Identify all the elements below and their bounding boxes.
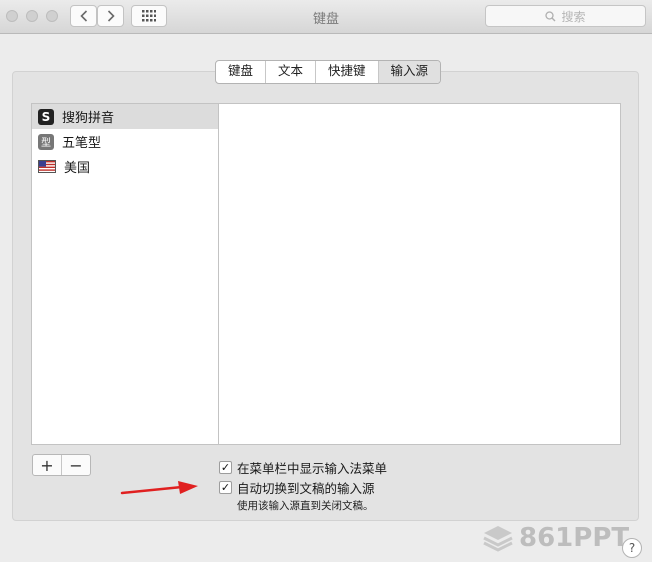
show-input-menu-option[interactable]: ✓ 在菜单栏中显示输入法菜单 — [219, 458, 387, 477]
show-input-menu-label: 在菜单栏中显示输入法菜单 — [237, 461, 388, 476]
input-source-item-us[interactable]: 美国 — [32, 154, 218, 179]
input-source-label: 搜狗拼音 — [62, 111, 115, 126]
search-icon — [545, 10, 556, 21]
us-flag-icon — [38, 160, 56, 173]
watermark: 861PPT — [482, 523, 629, 553]
auto-switch-checkbox[interactable]: ✓ — [219, 481, 232, 494]
title-bar: 键盘 搜索 — [0, 0, 652, 34]
input-source-item-wubi[interactable]: 型 五笔型 — [32, 129, 218, 154]
search-field[interactable]: 搜索 — [485, 5, 646, 27]
input-source-item-sogou[interactable]: S 搜狗拼音 — [32, 104, 218, 129]
remove-input-source-button[interactable]: − — [61, 455, 90, 475]
add-input-source-button[interactable]: + — [33, 455, 61, 475]
auto-switch-option[interactable]: ✓ 自动切换到文稿的输入源 — [219, 478, 375, 497]
wubi-icon: 型 — [38, 133, 54, 150]
annotation-arrow-icon — [120, 481, 198, 495]
sogou-icon: S — [38, 108, 54, 125]
help-button[interactable]: ? — [622, 538, 642, 558]
show-input-menu-checkbox[interactable]: ✓ — [219, 461, 232, 474]
tab-input-sources[interactable]: 输入源 — [378, 61, 441, 83]
auto-switch-hint: 使用该输入源直到关闭文稿。 — [237, 500, 374, 512]
tab-bar: 键盘 文本 快捷键 输入源 — [215, 60, 442, 84]
tab-shortcuts[interactable]: 快捷键 — [316, 61, 379, 83]
input-source-detail-pane — [219, 103, 621, 445]
tab-text[interactable]: 文本 — [266, 61, 317, 83]
input-source-list[interactable]: S 搜狗拼音 型 五笔型 美国 — [31, 103, 219, 445]
search-placeholder: 搜索 — [561, 9, 586, 24]
input-source-label: 五笔型 — [62, 136, 102, 151]
watermark-text: 861PPT — [519, 523, 630, 553]
auto-switch-label: 自动切换到文稿的输入源 — [237, 481, 375, 496]
tab-keyboard[interactable]: 键盘 — [216, 61, 267, 83]
input-source-label: 美国 — [64, 161, 91, 176]
layers-logo-icon — [483, 526, 513, 552]
list-add-remove-control: + − — [32, 454, 91, 476]
